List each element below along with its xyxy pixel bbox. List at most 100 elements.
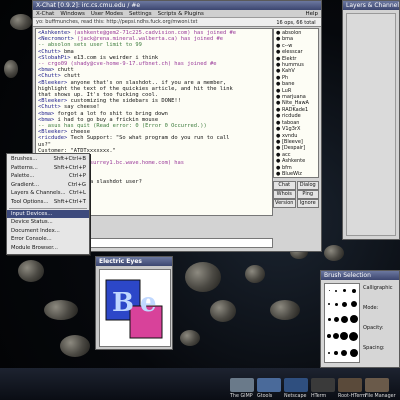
menu-item[interactable]: Tool Options... Shft+Ctrl+T [7, 198, 89, 207]
menu-user-modes[interactable]: User Modes [91, 10, 123, 17]
menu-item-label: Brushes... [11, 156, 38, 162]
chat-nick[interactable]: <Necromort> [38, 36, 77, 42]
brush-cell[interactable] [333, 328, 339, 344]
brush-dot-icon [349, 349, 358, 358]
chat-nick[interactable]: <Bleeker> [38, 129, 70, 135]
brush-cell[interactable] [333, 346, 339, 361]
chat-nick[interactable]: <bma> [38, 117, 57, 123]
chat-nick[interactable]: <ricdude> [38, 135, 70, 141]
taskbar-app-icon[interactable] [365, 378, 389, 392]
menu-item[interactable]: Patterns... Shft+Ctrl+P [7, 164, 89, 173]
menu-item[interactable]: Input Devices... [7, 209, 89, 219]
menu-scripts[interactable]: Scripts & Plugins [158, 10, 204, 17]
brush-dot-icon [341, 350, 347, 357]
chat-nick[interactable]: <Bleeker> [38, 98, 70, 104]
brush-cell[interactable] [349, 346, 358, 361]
brush-dot-icon [342, 289, 346, 293]
electric-eyes-window: Electric Eyes Be [95, 256, 173, 350]
ee-image[interactable]: Be [99, 269, 171, 347]
brush-label-1: Calligraphic [363, 285, 393, 291]
brush-cell[interactable] [333, 312, 339, 327]
brush-label-3: Opacity: [363, 325, 384, 331]
brush-dot-icon [327, 317, 331, 321]
version-button[interactable]: Version [273, 199, 296, 208]
brush-dot-icon [333, 316, 339, 322]
brush-cell[interactable] [349, 297, 358, 310]
chat-text: customizing the sidebars is DONE!! [70, 98, 181, 105]
menu-item[interactable]: Layers & Channels... Ctrl+L [7, 189, 89, 198]
brush-dot-icon [333, 333, 339, 340]
chat-nick[interactable]: <Chutt> [38, 73, 64, 79]
menu-item[interactable]: Brushes... Shft+Ctrl+B [7, 155, 89, 164]
chat-nick[interactable]: <Chutt> [38, 104, 64, 110]
menu-windows[interactable]: Windows [60, 10, 85, 17]
brush-cell[interactable] [340, 328, 348, 344]
menu-item[interactable]: Device Status... [7, 218, 89, 227]
chat-nick[interactable]: <bma> [38, 67, 57, 73]
menu-item[interactable]: Document Index... [7, 227, 89, 236]
menu-item-label: Input Devices... [11, 210, 53, 217]
user-list-item[interactable]: ● BlueWiz [276, 171, 316, 177]
brush-cell[interactable] [333, 285, 339, 296]
menu-settings[interactable]: Settings [129, 10, 152, 17]
chat-text: chutt [57, 67, 74, 74]
menu-item-label: Tool Options... [11, 198, 49, 205]
dialog-button[interactable]: Dialog [296, 181, 319, 190]
menu-item[interactable]: Module Browser... [7, 244, 89, 253]
brush-grid[interactable] [324, 283, 360, 363]
brush-title: Brush Selection [321, 271, 399, 280]
brush-cell[interactable] [349, 328, 358, 344]
taskbar-app-icon[interactable] [311, 378, 335, 392]
menu-xchat[interactable]: X-Chat [36, 10, 54, 17]
chat-text: anyone that's on slashdot.. if you are a… [70, 79, 227, 86]
chat-text: highlight the text of the quickies artic… [38, 85, 233, 92]
brush-cell[interactable] [340, 285, 348, 296]
menu-item[interactable]: Gradient... Ctrl+G [7, 181, 89, 190]
menu-item[interactable]: Error Console... [7, 235, 89, 244]
chat-text: chutt [63, 73, 81, 80]
menu-help[interactable]: Help [305, 10, 321, 17]
asteroid [324, 245, 344, 261]
taskbar-app-icon[interactable] [230, 378, 254, 392]
whois-button[interactable]: Whois [273, 190, 296, 199]
chat-text: cheese [70, 129, 90, 136]
brush-cell[interactable] [326, 328, 332, 344]
chat-nick[interactable]: <SlobahPi> [38, 55, 74, 61]
taskbar-app-icon[interactable] [284, 378, 308, 392]
brush-cell[interactable] [340, 297, 348, 310]
brush-dot-icon [349, 331, 358, 341]
taskbar-app-icon[interactable] [257, 378, 281, 392]
asteroid [18, 260, 44, 282]
brush-cell[interactable] [349, 285, 358, 296]
menu-item-label: Patterns... [11, 164, 38, 171]
brush-label-4: Spacing: [363, 345, 385, 351]
chat-text: (jack@rena.mineral.walberta.ca) has join… [76, 36, 223, 43]
brush-cell[interactable] [326, 297, 332, 310]
brush-cell[interactable] [326, 285, 332, 296]
chat-nick[interactable]: <Chutt> [38, 49, 64, 55]
menu-item-label: Palette... [11, 173, 35, 180]
chat-text: e13.com is weirder i think [73, 54, 159, 61]
chat-nick[interactable]: <Bleeker> [38, 80, 70, 86]
brush-cell[interactable] [326, 346, 332, 361]
ignore-button[interactable]: Ignore [296, 199, 319, 208]
chat-text: -- absolon sets user limit to 99 [38, 42, 142, 49]
menu-item-shortcut: Shft+Ctrl+P [53, 164, 86, 171]
brush-cell[interactable] [349, 312, 358, 327]
brush-cell[interactable] [340, 346, 348, 361]
chat-nick[interactable]: <bma> [38, 111, 57, 117]
chat-button[interactable]: Chat [273, 181, 296, 190]
chat-text: Tech Support: "So what program do you ru… [70, 135, 230, 142]
layers-panel[interactable] [346, 13, 396, 236]
menu-item[interactable]: Palette... Ctrl+P [7, 172, 89, 181]
ping-button[interactable]: Ping [296, 190, 319, 199]
chat-nick[interactable]: <Ashkente> [38, 30, 74, 36]
brush-cell[interactable] [326, 312, 332, 327]
taskbar-app-label: The GIMP [230, 394, 253, 399]
brush-dot-icon [334, 302, 338, 306]
menu-item-label: Error Console... [11, 236, 52, 243]
brush-cell[interactable] [340, 312, 348, 327]
taskbar-app-icon[interactable] [338, 378, 362, 392]
brush-cell[interactable] [333, 297, 339, 310]
user-list[interactable]: ● absolon ● bma ● c--w ● elesscar ● Elektr ● … [273, 28, 319, 178]
